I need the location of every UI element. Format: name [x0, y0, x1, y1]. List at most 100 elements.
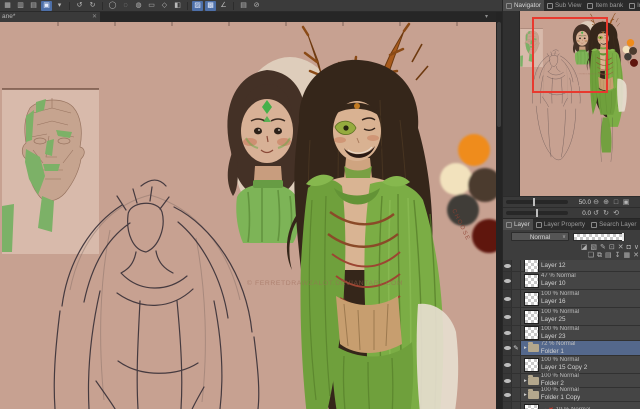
edit-target-cell[interactable]	[512, 326, 521, 340]
edit-target-cell[interactable]	[512, 374, 521, 387]
deselect-icon[interactable]: ◯	[107, 1, 118, 11]
save-dropdown-icon[interactable]: ▾	[54, 1, 65, 11]
edit-target-cell[interactable]	[512, 272, 521, 289]
layer-opacity-blend: 47 % Normal	[541, 273, 576, 279]
actual-size-icon[interactable]: ▣	[621, 198, 631, 206]
layer-row-layer-16[interactable]: 100 % Normal Layer 16	[503, 290, 640, 308]
tab-overflow-icon[interactable]: ▾	[485, 12, 488, 22]
fit-to-screen-icon[interactable]: □	[611, 199, 621, 206]
visibility-eye-icon[interactable]	[503, 341, 512, 355]
navigator-view-rectangle[interactable]	[532, 17, 608, 93]
layer-row-folder-1-selected[interactable]: ✎ ▸ 72 % Normal Folder 1	[503, 341, 640, 356]
tab-item-bank[interactable]: Item bank	[584, 0, 626, 11]
opacity-slider[interactable]	[573, 232, 625, 241]
delete-layer-icon[interactable]: ✕	[633, 252, 639, 260]
new-folder-icon[interactable]: ⧉	[597, 252, 602, 260]
more-dropdown-icon[interactable]: ∨	[634, 244, 639, 252]
layer-thumbnail[interactable]	[524, 357, 539, 372]
layer-row-flagged[interactable]: ✓ ✗ 19 % Normal	[503, 402, 640, 409]
blend-mode-select[interactable]: Normal ∨	[511, 232, 569, 241]
zoom-slider[interactable]	[506, 198, 568, 206]
tab-sub-view[interactable]: Sub View	[544, 0, 585, 11]
snap-off-icon[interactable]: ⊘	[251, 1, 262, 11]
flip-view-icon[interactable]: ▩	[205, 0, 216, 11]
layer-row-folder-2[interactable]: ▸ 100 % Normal Folder 2	[503, 373, 640, 388]
layer-property-tab-icon	[535, 221, 542, 228]
marquee-icon[interactable]: ▭	[146, 1, 157, 11]
layer-thumbnail[interactable]	[524, 309, 539, 324]
clipping-mask-icon[interactable]: ◪	[581, 244, 588, 252]
edit-target-cell[interactable]	[512, 388, 521, 401]
folder-icon	[527, 374, 539, 385]
layer-thumbnail[interactable]	[524, 326, 539, 340]
visibility-eye-icon[interactable]	[503, 388, 512, 401]
rotation-slider[interactable]	[506, 209, 568, 217]
layer-row-layer-12[interactable]: Layer 12	[503, 260, 640, 273]
layer-row-layer-10[interactable]: 47 % Normal Layer 10	[503, 272, 640, 290]
layer-thumbnail[interactable]	[524, 403, 539, 409]
reset-rotation-icon[interactable]: ⟲	[611, 209, 621, 217]
layer-thumbnail[interactable]	[524, 273, 539, 288]
clear-icon[interactable]: ✕	[618, 244, 624, 252]
clipboard-icon[interactable]: ▥	[15, 1, 26, 11]
edit-pencil-icon[interactable]: ✎	[512, 341, 521, 355]
edit-target-cell[interactable]	[512, 260, 521, 271]
new-layer-icon[interactable]: ❏	[588, 252, 594, 260]
close-tab-icon[interactable]: ✕	[92, 12, 97, 22]
edit-target-cell[interactable]	[512, 308, 521, 325]
expand-arrow-icon[interactable]: ▸	[524, 378, 527, 384]
shrink-selection-icon[interactable]: ◧	[172, 1, 183, 11]
open-folder-icon[interactable]: ▤	[28, 1, 39, 11]
rotate-left-icon[interactable]: ↺	[591, 209, 601, 217]
undo-icon[interactable]: ↺	[74, 1, 85, 11]
layer-row-folder-1-copy[interactable]: ▸ 100 % Normal Folder 1 Copy	[503, 387, 640, 402]
layer-mask-icon[interactable]: ▦	[624, 252, 631, 260]
tab-search-layer[interactable]: Search Layer	[588, 219, 639, 230]
save-icon[interactable]: ▣	[41, 0, 52, 11]
layer-row-layer-25[interactable]: 100 % Normal Layer 25	[503, 308, 640, 326]
visibility-eye-icon[interactable]	[503, 402, 512, 409]
visibility-eye-icon[interactable]	[503, 308, 512, 325]
layer-thumbnail[interactable]	[524, 260, 539, 273]
scrollbar-thumb[interactable]	[497, 22, 501, 127]
transfer-layer-icon[interactable]: ▤	[605, 252, 612, 260]
tab-layer-property[interactable]: Layer Property	[533, 219, 588, 230]
canvas[interactable]: © FERRETDRAWZALOT.DEVIANTART.COM CHOOSE	[0, 22, 496, 409]
draft-layer-icon[interactable]: ✎	[600, 244, 606, 252]
edit-target-cell[interactable]	[512, 356, 521, 373]
lock-layer-icon[interactable]: ⊡	[609, 244, 615, 252]
layer-row-layer-15-copy-2[interactable]: 100 % Normal Layer 15 Copy 2	[503, 356, 640, 374]
visibility-eye-icon[interactable]	[503, 272, 512, 289]
invert-selection-icon[interactable]: ◍	[133, 1, 144, 11]
expand-arrow-icon[interactable]: ▸	[524, 345, 527, 351]
redo-icon[interactable]: ↻	[87, 1, 98, 11]
zoom-out-icon[interactable]: ⊖	[591, 198, 601, 206]
tab-information[interactable]: Information	[626, 0, 640, 11]
merge-down-icon[interactable]: ↧	[615, 252, 621, 260]
rotate-right-icon[interactable]: ↻	[601, 209, 611, 217]
document-tab[interactable]: ane* ✕	[0, 12, 100, 22]
layer-thumbnail[interactable]	[524, 291, 539, 306]
tab-navigator[interactable]: Navigator	[503, 0, 544, 11]
mask-icon[interactable]: ◘	[627, 244, 631, 252]
edit-target-cell[interactable]	[512, 290, 521, 307]
zoom-in-icon[interactable]: ⊕	[601, 198, 611, 206]
visibility-eye-icon[interactable]	[503, 374, 512, 387]
reselect-icon[interactable]: ◌	[120, 1, 131, 11]
layer-palette: Layer Layer Property Search Layer Animat…	[503, 218, 640, 409]
expand-arrow-icon[interactable]: ▸	[524, 392, 527, 398]
grid-toggle-icon[interactable]: ▤	[238, 1, 249, 11]
keep-alpha-icon[interactable]: ▧	[590, 244, 597, 252]
grid-icon[interactable]: ▦	[2, 1, 13, 11]
layer-row-layer-23[interactable]: 100 % Normal Layer 23	[503, 326, 640, 341]
edit-target-cell[interactable]	[512, 402, 521, 409]
visibility-eye-icon[interactable]	[503, 260, 512, 271]
angle-icon[interactable]: ∠	[218, 1, 229, 11]
visibility-eye-icon[interactable]	[503, 326, 512, 340]
tab-layer[interactable]: Layer	[503, 219, 533, 230]
visibility-eye-icon[interactable]	[503, 290, 512, 307]
lasso-icon[interactable]: ◇	[159, 1, 170, 11]
visibility-eye-icon[interactable]	[503, 356, 512, 373]
rotate-view-icon[interactable]: ▨	[192, 0, 203, 11]
navigator-preview[interactable]	[520, 11, 640, 196]
